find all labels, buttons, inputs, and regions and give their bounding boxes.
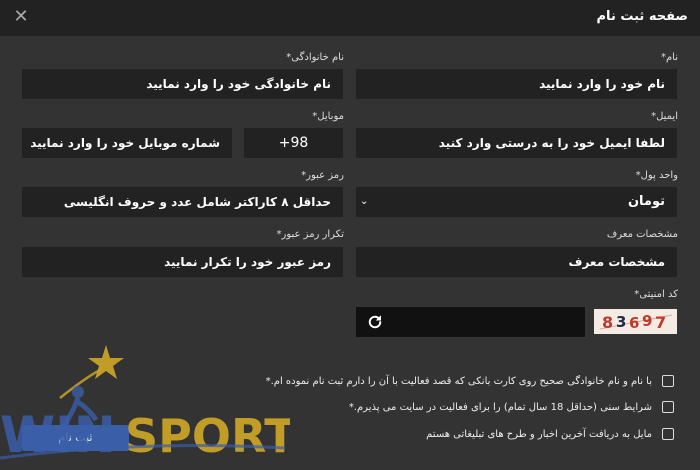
captcha-digit: 8 — [602, 313, 613, 332]
password-confirm-input[interactable]: رمز عبور خود را تکرار نمایید — [22, 247, 343, 277]
chevron-down-icon: ⌄ — [360, 196, 369, 207]
currency-select[interactable]: تومان ⌄ — [356, 187, 677, 217]
page-title: صفحه ثبت نام — [596, 9, 688, 24]
checkbox[interactable] — [662, 375, 674, 387]
captcha-digit: 9 — [642, 312, 652, 330]
submit-button[interactable]: ثبت نام — [22, 425, 129, 451]
mobile-label: موبایل* — [312, 111, 344, 122]
captcha-digit: 3 — [616, 313, 626, 331]
captcha-image: 8 3 6 9 7 — [594, 309, 677, 334]
password-input[interactable]: حداقل ۸ کاراکتر شامل عدد و حروف انگلیسی — [22, 187, 343, 217]
refresh-icon[interactable] — [366, 313, 384, 331]
checkbox-label: با نام و نام خانوادگی صحیح روی کارت بانک… — [265, 375, 652, 387]
captcha-input[interactable] — [356, 307, 585, 337]
name-input[interactable]: نام خود را وارد نمایید — [356, 69, 677, 99]
dialog-header: ✕ صفحه ثبت نام — [0, 0, 700, 36]
checkbox-label: شرایط سنی (حداقل 18 سال تمام) را برای فع… — [348, 401, 652, 413]
checkbox-label: مایل به دریافت آخرین اخبار و طرح های تبل… — [426, 428, 652, 440]
mobile-input[interactable]: شماره موبایل خود را وارد نمایید — [22, 128, 232, 158]
lastname-label: نام خانوادگی* — [286, 52, 344, 63]
close-icon[interactable]: ✕ — [10, 6, 32, 28]
lastname-input[interactable]: نام خانوادگی خود را وارد نمایید — [22, 69, 343, 99]
country-code-text: +98 — [278, 135, 309, 151]
referrer-input[interactable]: مشخصات معرف — [356, 247, 677, 277]
captcha-label: کد امنیتی* — [634, 289, 678, 300]
country-code-field[interactable]: +98 — [244, 128, 343, 158]
currency-value: تومان — [627, 194, 665, 209]
name-label: نام* — [660, 52, 678, 63]
email-label: ایمیل* — [651, 111, 678, 122]
password-confirm-label: تکرار رمز عبور* — [276, 229, 344, 240]
captcha-digit: 7 — [655, 313, 666, 332]
referrer-label: مشخصات معرف — [606, 229, 678, 240]
checkbox-row-age[interactable]: شرایط سنی (حداقل 18 سال تمام) را برای فع… — [349, 399, 674, 415]
password-label: رمز عبور* — [301, 170, 344, 181]
currency-label: واحد پول* — [635, 170, 678, 181]
checkbox-row-bank-card[interactable]: با نام و نام خانوادگی صحیح روی کارت بانک… — [266, 373, 674, 389]
logo-text-sport: SPORT — [125, 409, 290, 463]
email-input[interactable]: لطفا ایمیل خود را به درستی وارد کنید — [356, 128, 677, 158]
checkbox[interactable] — [662, 428, 674, 440]
captcha-digit: 6 — [629, 314, 639, 332]
checkbox[interactable] — [662, 401, 674, 413]
checkbox-row-newsletter[interactable]: مایل به دریافت آخرین اخبار و طرح های تبل… — [426, 426, 674, 442]
